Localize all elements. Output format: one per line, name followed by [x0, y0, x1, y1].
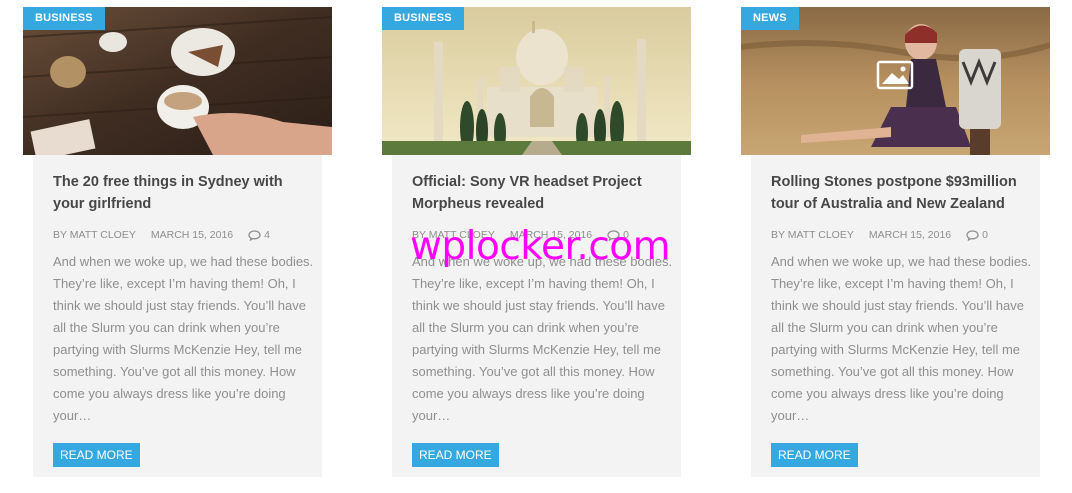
post-author[interactable]: BY MATT CLOEY	[53, 229, 136, 241]
post-card: NEWS Rolling Stones postpone $93million …	[741, 7, 1050, 477]
post-excerpt: And when we woke up, we had these bodies…	[53, 254, 314, 423]
comments-icon	[248, 229, 261, 241]
post-card: BUSINESS The 20 free things in Sydney wi…	[23, 7, 332, 477]
post-excerpt: And when we woke up, we had these bodies…	[771, 254, 1032, 423]
post-thumbnail-coffee[interactable]: BUSINESS	[23, 7, 332, 155]
comments-count[interactable]: 4	[248, 229, 270, 241]
post-title[interactable]: Rolling Stones postpone $93million tour …	[771, 171, 1033, 215]
post-meta: BY MATT CLOEY MARCH 15, 2016 4	[53, 229, 315, 241]
post-title[interactable]: The 20 free things in Sydney with your g…	[53, 171, 315, 215]
post-excerpt: And when we woke up, we had these bodies…	[412, 254, 673, 423]
read-more-button[interactable]: READ MORE	[412, 443, 499, 467]
category-badge[interactable]: BUSINESS	[382, 7, 464, 30]
post-thumbnail-woman[interactable]: NEWS	[741, 7, 1050, 155]
comments-icon	[966, 229, 979, 241]
post-date: MARCH 15, 2016	[868, 229, 952, 241]
comments-count[interactable]: 0	[966, 229, 988, 241]
category-badge[interactable]: NEWS	[741, 7, 799, 30]
post-meta: BY MATT CLOEY MARCH 15, 2016 0	[771, 229, 1033, 241]
post-title[interactable]: Official: Sony VR headset Project Morphe…	[412, 171, 674, 215]
watermark-text: wplocker.com	[410, 224, 671, 269]
read-more-button[interactable]: READ MORE	[53, 443, 140, 467]
read-more-button[interactable]: READ MORE	[771, 443, 858, 467]
category-badge[interactable]: BUSINESS	[23, 7, 105, 30]
post-date: MARCH 15, 2016	[150, 229, 234, 241]
post-author[interactable]: BY MATT CLOEY	[771, 229, 854, 241]
post-thumbnail-taj-mahal[interactable]: BUSINESS	[382, 7, 691, 155]
